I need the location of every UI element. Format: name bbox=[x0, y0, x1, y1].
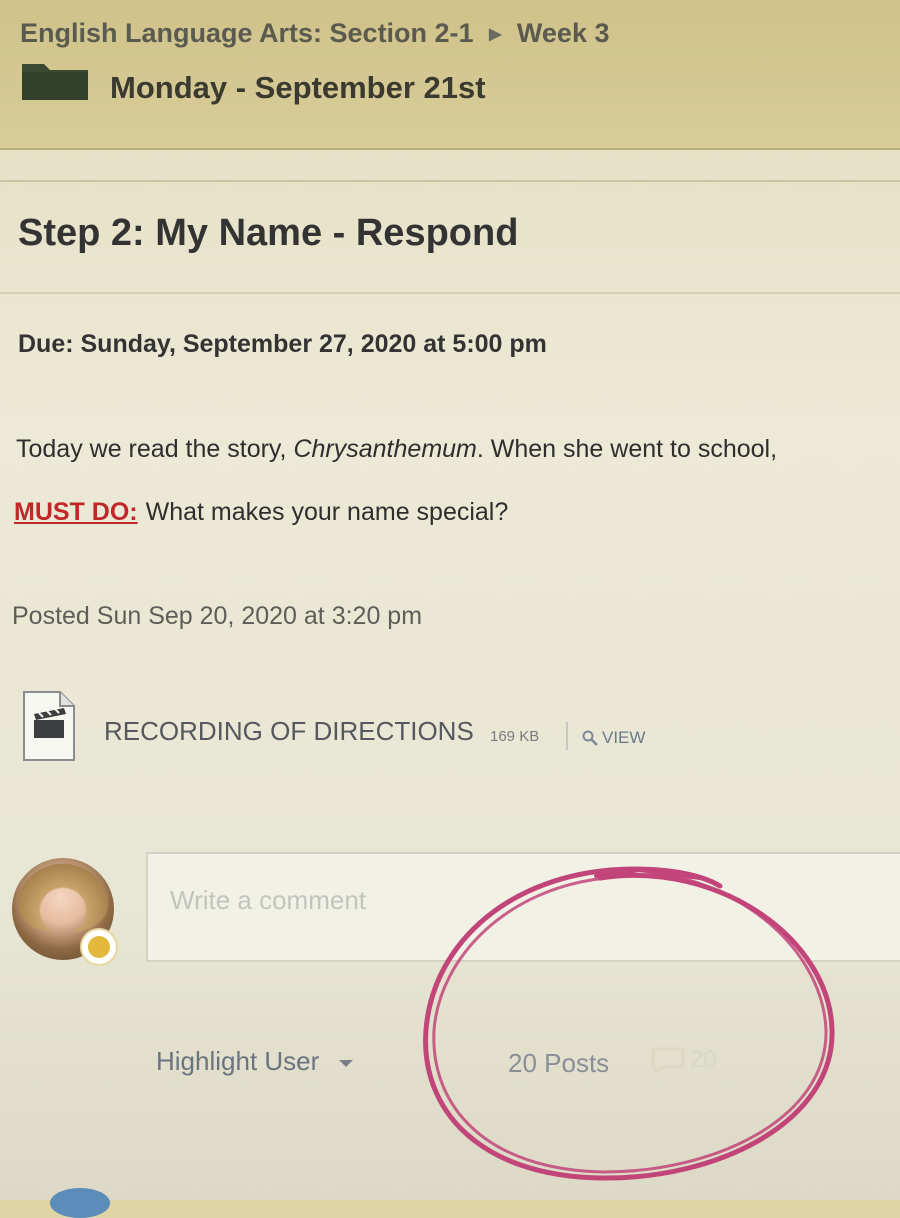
comment-count[interactable]: 20 bbox=[650, 1046, 717, 1074]
highlight-user-dropdown[interactable]: Highlight User bbox=[156, 1046, 354, 1077]
card-divider bbox=[0, 180, 900, 182]
assignment-title: Step 2: My Name - Respond bbox=[18, 212, 519, 254]
comment-bubble-icon bbox=[651, 1047, 685, 1074]
posts-count[interactable]: 20 Posts bbox=[508, 1048, 609, 1079]
attachment-name[interactable]: RECORDING OF DIRECTIONS bbox=[104, 716, 474, 747]
bottom-partial-element bbox=[50, 1188, 110, 1218]
breadcrumb-separator-icon: ▶ bbox=[489, 26, 502, 43]
attachment-size: 169 KB bbox=[490, 728, 540, 745]
breadcrumb-week[interactable]: Week 3 bbox=[517, 18, 610, 48]
body-prefix: Today we read the story, bbox=[16, 435, 294, 463]
video-file-icon bbox=[23, 691, 75, 761]
title-divider bbox=[0, 292, 900, 294]
must-do-label: MUST DO: bbox=[14, 498, 138, 526]
must-do-row: MUST DO: What makes your name special? bbox=[14, 498, 508, 527]
page-header: English Language Arts: Section 2-1 ▶ Wee… bbox=[0, 0, 900, 150]
avatar-photo bbox=[18, 862, 108, 932]
comment-count-value: 20 bbox=[690, 1046, 717, 1073]
view-label: VIEW bbox=[602, 728, 646, 747]
magnifier-icon bbox=[582, 730, 598, 746]
body-suffix: . When she went to school, bbox=[476, 435, 778, 463]
chevron-down-icon bbox=[339, 1060, 354, 1067]
avatar-badge-icon bbox=[80, 928, 118, 966]
view-button[interactable]: VIEW bbox=[582, 728, 645, 748]
due-date: Due: Sunday, September 27, 2020 at 5:00 … bbox=[18, 330, 547, 358]
comment-input[interactable] bbox=[168, 884, 772, 917]
breadcrumb: English Language Arts: Section 2-1 ▶ Wee… bbox=[20, 18, 609, 49]
comment-box[interactable] bbox=[146, 852, 900, 962]
folder-title[interactable]: Monday - September 21st bbox=[110, 70, 486, 106]
book-title: Chrysanthemum bbox=[293, 435, 477, 463]
posted-timestamp: Posted Sun Sep 20, 2020 at 3:20 pm bbox=[12, 602, 423, 630]
attachment-divider bbox=[566, 722, 568, 750]
folder-icon bbox=[22, 64, 88, 100]
breadcrumb-course[interactable]: English Language Arts: Section 2-1 bbox=[20, 18, 474, 48]
must-do-text: What makes your name special? bbox=[145, 498, 509, 526]
assignment-body: Today we read the story, Chrysanthemum. … bbox=[16, 435, 777, 464]
highlight-user-label: Highlight User bbox=[156, 1046, 320, 1076]
